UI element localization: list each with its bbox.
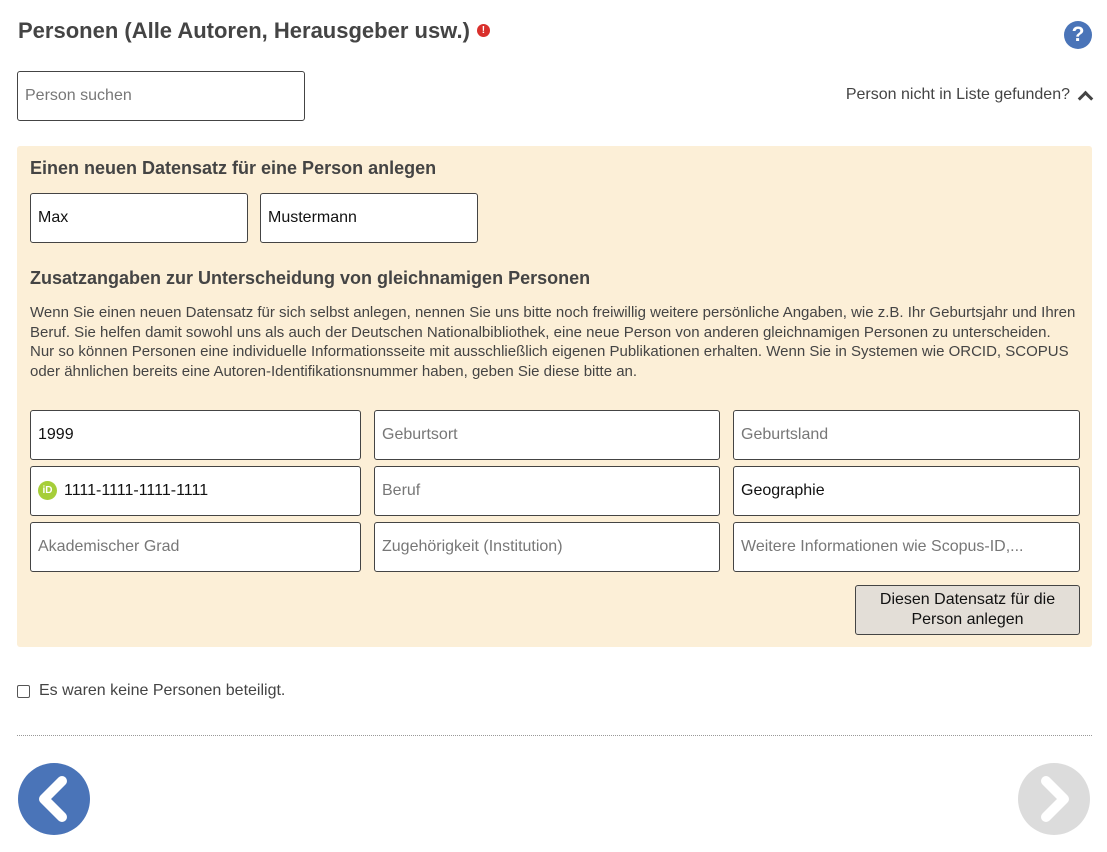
affiliation-input[interactable]: [374, 522, 720, 572]
profession-input[interactable]: [374, 466, 720, 516]
chevron-left-icon: [39, 776, 67, 822]
no-persons-checkbox[interactable]: [17, 684, 30, 698]
extra-info-heading: Zusatzangaben zur Unterscheidung von gle…: [30, 268, 591, 288]
next-button[interactable]: [1018, 763, 1090, 835]
last-name-input[interactable]: [260, 193, 478, 243]
extra-info-description: Wenn Sie einen neuen Datensatz für sich …: [30, 304, 1076, 380]
new-person-heading: Einen neuen Datensatz für eine Person an…: [30, 158, 437, 178]
person-not-found-label: Person nicht in Liste gefunden?: [845, 86, 1070, 103]
no-persons-option: Es waren keine Personen beteiligt.: [17, 682, 285, 700]
person-not-found-toggle[interactable]: Person nicht in Liste gefunden?: [845, 86, 1094, 106]
orcid-icon: iD: [38, 481, 57, 500]
academic-degree-input[interactable]: [30, 522, 361, 572]
birth-country-input[interactable]: [733, 410, 1080, 460]
no-persons-label[interactable]: Es waren keine Personen beteiligt.: [39, 682, 285, 700]
chevron-up-icon: [1077, 90, 1094, 106]
first-name-input[interactable]: [30, 193, 248, 243]
person-search-input[interactable]: [17, 71, 305, 121]
further-info-input[interactable]: [733, 522, 1080, 572]
create-person-button[interactable]: Diesen Datensatz für die Person anlegen: [855, 585, 1080, 635]
chevron-right-icon: [1041, 776, 1069, 822]
section-header: Personen (Alle Autoren, Herausgeber usw.…: [18, 18, 490, 44]
birth-place-input[interactable]: [374, 410, 720, 460]
previous-button[interactable]: [18, 763, 90, 835]
exclamation-icon: !: [476, 23, 490, 37]
page-title: Personen (Alle Autoren, Herausgeber usw.…: [18, 18, 470, 43]
orcid-field: iD: [30, 466, 361, 516]
orcid-input[interactable]: [30, 466, 361, 516]
divider: [17, 735, 1092, 736]
question-icon[interactable]: ?: [1064, 21, 1092, 49]
subject-input[interactable]: [733, 466, 1080, 516]
birth-year-input[interactable]: [30, 410, 361, 460]
